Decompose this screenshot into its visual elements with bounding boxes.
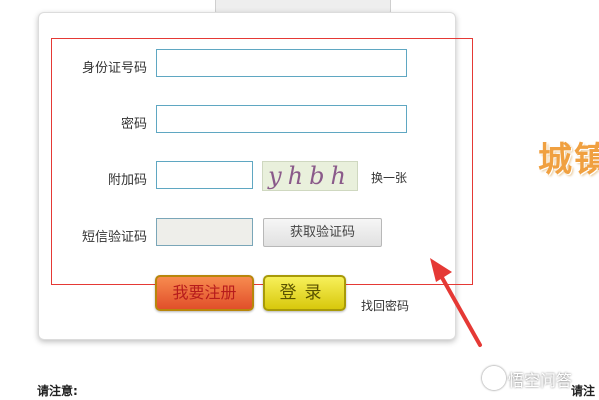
red-arrow-icon [430, 258, 482, 347]
watermark-logo-icon [482, 366, 506, 390]
notice-heading-right: 请注 [571, 384, 596, 398]
notice-heading: 请注意: [37, 384, 78, 398]
watermark-text: 悟空问答 [508, 371, 573, 390]
